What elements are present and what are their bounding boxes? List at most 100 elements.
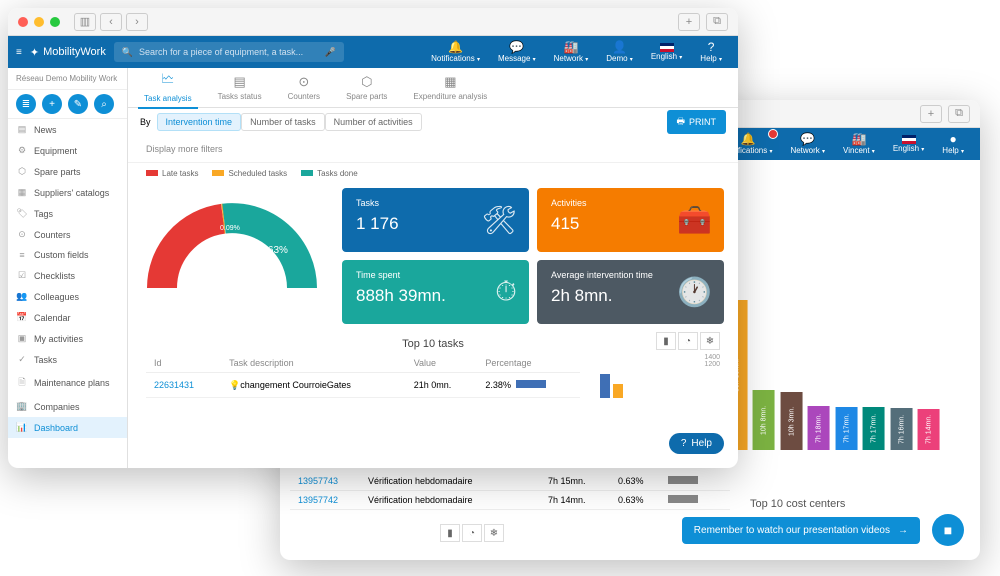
network-label: Réseau Demo Mobility Work <box>8 68 127 90</box>
header-demo[interactable]: 👤Demo ▾ <box>598 39 641 66</box>
titlebar: ▥ ‹ › + ⧉ <box>8 8 738 36</box>
sidebar-icon: 📊 <box>16 422 28 433</box>
sidebar-icon: 🏷 <box>16 208 28 219</box>
print-button[interactable]: 🖶 PRINT <box>667 110 727 134</box>
card-tasks[interactable]: Tasks 1 176 🛠 <box>342 188 529 252</box>
card-time-label: Time spent <box>356 270 515 280</box>
header-message[interactable]: 💬Message ▾ <box>490 39 544 66</box>
plus-icon[interactable]: + <box>678 13 700 31</box>
main-content: 🗠Task analysis ▤Tasks status ⊙Counters ⬡Spa… <box>128 68 738 468</box>
tasks-table-overflow: 13957743Vérification hebdomadaire7h 15mn… <box>290 472 730 510</box>
header-english[interactable]: English ▾ <box>885 131 932 158</box>
sidebar-item-my-activities[interactable]: ▣My activities <box>8 328 127 349</box>
sidebar-item-companies[interactable]: 🏢Companies <box>8 396 127 417</box>
pie-chart-icon[interactable]: ◔ <box>678 332 698 350</box>
shortcut-2[interactable]: + <box>42 94 62 114</box>
col-task-description: Task description <box>221 354 406 373</box>
tab-expenditure-analysis[interactable]: ▦Expenditure analysis <box>407 70 493 105</box>
app-name: MobilityWork <box>43 46 106 58</box>
minimize-dot[interactable] <box>34 17 44 27</box>
sidebar-item-custom-fields[interactable]: ≡Custom fields <box>8 245 127 265</box>
ytick-1: 1200 <box>600 361 720 368</box>
card-activities[interactable]: Activities 415 🧰 <box>537 188 724 252</box>
more-filters-toggle[interactable]: Display more filters <box>128 136 738 163</box>
sidebar-toggle-icon[interactable]: ▥ <box>74 13 96 31</box>
presentation-toast[interactable]: Remember to watch our presentation video… <box>682 517 920 544</box>
header-network[interactable]: 💬Network ▾ <box>782 131 833 158</box>
cost-bar: 7h 14mn. <box>918 409 940 450</box>
forward-icon[interactable]: › <box>126 13 148 31</box>
table-row[interactable]: 22631431💡changement CourroieGates21h 0mn… <box>146 373 580 398</box>
table-row[interactable]: 13957743Vérification hebdomadaire7h 15mn… <box>290 472 730 491</box>
col-id: Id <box>146 354 221 373</box>
tab-counters[interactable]: ⊙Counters <box>282 70 326 105</box>
col-percentage: Percentage <box>477 354 580 373</box>
header-network[interactable]: 🏭Network ▾ <box>546 39 597 66</box>
cost-bar: 10h 8mn. <box>753 390 775 450</box>
tab-tasks-status[interactable]: ▤Tasks status <box>212 70 268 105</box>
clock-icon: 🕐 <box>677 276 712 309</box>
shortcut-1[interactable]: ≣ <box>16 94 36 114</box>
pie-chart-icon[interactable]: ◔ <box>462 524 482 542</box>
sidebar-item-calendar[interactable]: 📅Calendar <box>8 307 127 328</box>
legend-scheduled: Scheduled tasks <box>228 169 287 178</box>
svg-text:39.29%: 39.29% <box>190 260 224 271</box>
filter-pill-number-of-activities[interactable]: Number of activities <box>325 113 422 131</box>
top-tasks-minichart: 1400 1200 <box>600 354 720 398</box>
sidebar-item-spare-parts[interactable]: ⬡Spare parts <box>8 161 127 182</box>
shortcut-3[interactable]: ✎ <box>68 94 88 114</box>
copy-icon[interactable]: ⧉ <box>948 105 970 123</box>
arrow-right-icon: → <box>898 525 908 536</box>
header-help[interactable]: ?Help ▾ <box>692 39 730 66</box>
bar-chart-icon[interactable]: ▮ <box>656 332 676 350</box>
sidebar-item-tasks[interactable]: ✓Tasks <box>8 349 127 370</box>
legend-done: Tasks done <box>317 169 357 178</box>
help-button[interactable]: ? Help <box>669 433 724 454</box>
legend-late: Late tasks <box>162 169 198 178</box>
header-notifications[interactable]: 🔔Notifications ▾ <box>423 39 488 66</box>
search-input[interactable]: 🔍 Search for a piece of equipment, a tas… <box>114 42 344 62</box>
filter-pill-number-of-tasks[interactable]: Number of tasks <box>241 113 325 131</box>
plus-icon[interactable]: + <box>920 105 942 123</box>
sidebar-icon: ⬡ <box>16 166 28 177</box>
briefcase-icon: 🧰 <box>677 204 712 237</box>
video-fab[interactable]: ■ <box>932 514 964 546</box>
freeze-icon[interactable]: ❄ <box>484 524 504 542</box>
card-avg-time[interactable]: Average intervention time 2h 8mn. 🕐 <box>537 260 724 324</box>
filter-pill-intervention-time[interactable]: Intervention time <box>157 113 242 131</box>
mic-icon[interactable]: 🎤 <box>325 47 336 58</box>
sidebar-item-suppliers-catalogs[interactable]: ▦Suppliers' catalogs <box>8 182 127 203</box>
sidebar-item-news[interactable]: ▤News <box>8 119 127 140</box>
card-time-spent[interactable]: Time spent 888h 39mn. ⏱ <box>342 260 529 324</box>
toast-text: Remember to watch our presentation video… <box>694 525 890 536</box>
close-dot[interactable] <box>18 17 28 27</box>
sidebar-item-dashboard[interactable]: 📊Dashboard <box>8 417 127 438</box>
filter-bar: By Intervention timeNumber of tasksNumbe… <box>128 108 738 136</box>
header-vincent[interactable]: 🏭Vincent ▾ <box>835 131 883 158</box>
shortcut-4[interactable]: ⌕ <box>94 94 114 114</box>
col-value: Value <box>406 354 478 373</box>
app-logo[interactable]: ✦ MobilityWork <box>30 46 106 59</box>
sidebar-item-equipment[interactable]: ⚙Equipment <box>8 140 127 161</box>
header-english[interactable]: English ▾ <box>643 39 690 66</box>
maximize-dot[interactable] <box>50 17 60 27</box>
window-primary: ▥ ‹ › + ⧉ ≡ ✦ MobilityWork 🔍 Search for … <box>8 8 738 468</box>
tab-spare-parts[interactable]: ⬡Spare parts <box>340 70 393 105</box>
sidebar-item-maintenance-plans[interactable]: 🗎Maintenance plans <box>8 370 127 396</box>
freeze-icon[interactable]: ❄ <box>700 332 720 350</box>
copy-icon[interactable]: ⧉ <box>706 13 728 31</box>
back-icon[interactable]: ‹ <box>100 13 122 31</box>
help-label: Help <box>691 438 712 449</box>
sidebar-icon: ▦ <box>16 187 28 198</box>
sidebar-item-colleagues[interactable]: 👥Colleagues <box>8 286 127 307</box>
menu-icon[interactable]: ≡ <box>16 47 22 58</box>
bar-chart-icon[interactable]: ▮ <box>440 524 460 542</box>
tab-task-analysis[interactable]: 🗠Task analysis <box>138 68 198 109</box>
stopwatch-icon: ⏱ <box>495 276 517 309</box>
sidebar-item-checklists[interactable]: ☑Checklists <box>8 265 127 286</box>
header-help[interactable]: ●Help ▾ <box>934 131 972 158</box>
table-row[interactable]: 13957742Vérification hebdomadaire7h 14mn… <box>290 491 730 510</box>
sidebar-item-tags[interactable]: 🏷Tags <box>8 203 127 224</box>
sidebar-icon: 👥 <box>16 291 28 302</box>
sidebar-item-counters[interactable]: ⊙Counters <box>8 224 127 245</box>
